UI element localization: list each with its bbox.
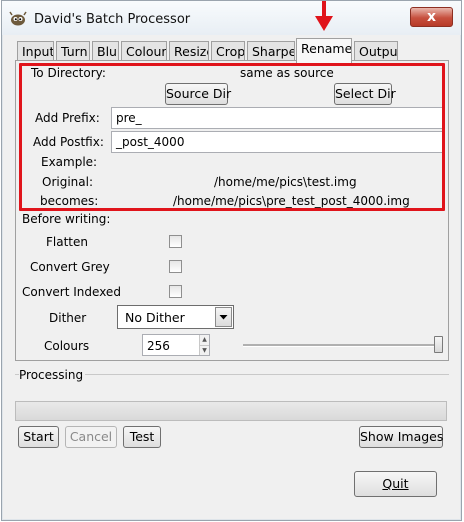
convert-grey-checkbox[interactable] bbox=[169, 260, 182, 273]
colours-label: Colours bbox=[44, 339, 90, 353]
spin-down-icon[interactable]: ▼ bbox=[199, 345, 209, 355]
dither-selected-value: No Dither bbox=[125, 310, 185, 325]
close-button[interactable]: x bbox=[410, 7, 453, 27]
colours-slider-track[interactable] bbox=[243, 344, 439, 347]
before-writing-label: Before writing: bbox=[22, 212, 111, 226]
flatten-label: Flatten bbox=[46, 235, 88, 249]
colours-value: 256 bbox=[147, 339, 170, 353]
tab-label: Sharpen bbox=[252, 44, 294, 59]
tab-label: Resize bbox=[174, 44, 208, 59]
processing-label: Processing bbox=[19, 368, 86, 382]
quit-label: Quit bbox=[382, 476, 409, 491]
tab-sharpen[interactable]: Sharpen bbox=[247, 41, 295, 62]
show-images-button[interactable]: Show Images bbox=[359, 426, 443, 448]
colours-slider-thumb[interactable] bbox=[434, 336, 443, 353]
tab-label: Turn bbox=[61, 44, 88, 59]
quit-button[interactable]: Quit bbox=[354, 471, 437, 497]
tab-resize[interactable]: Resize bbox=[169, 41, 209, 62]
tab-label: Output bbox=[359, 44, 398, 59]
annotation-highlight-box bbox=[19, 63, 445, 211]
dither-select[interactable]: No Dither bbox=[117, 305, 234, 329]
close-icon: x bbox=[426, 9, 437, 25]
cancel-button[interactable]: Cancel bbox=[65, 426, 117, 448]
title-bar[interactable]: David's Batch Processor x bbox=[2, 1, 461, 35]
gimp-icon bbox=[9, 11, 27, 26]
flatten-checkbox[interactable] bbox=[169, 235, 182, 248]
tab-blur[interactable]: Blur bbox=[92, 41, 119, 62]
tab-label: Blur bbox=[97, 44, 118, 59]
start-button[interactable]: Start bbox=[18, 426, 59, 448]
tab-colour[interactable]: Colour bbox=[121, 41, 167, 62]
convert-indexed-checkbox[interactable] bbox=[169, 285, 182, 298]
red-arrow-down-icon bbox=[315, 1, 333, 31]
tab-crop[interactable]: Crop bbox=[211, 41, 245, 62]
test-button[interactable]: Test bbox=[123, 426, 161, 448]
tab-label: Crop bbox=[216, 44, 245, 59]
tab-input[interactable]: Input bbox=[17, 41, 54, 62]
convert-indexed-label: Convert Indexed bbox=[22, 285, 121, 299]
tab-label: Rename bbox=[301, 41, 352, 56]
tab-rename[interactable]: Rename bbox=[296, 38, 352, 63]
tab-label: Colour bbox=[126, 44, 167, 59]
tab-turn[interactable]: Turn bbox=[56, 41, 90, 62]
convert-grey-label: Convert Grey bbox=[30, 260, 110, 274]
chevron-down-icon[interactable] bbox=[215, 307, 232, 327]
colours-spinbox[interactable]: 256 ▲ ▼ bbox=[142, 334, 210, 356]
processing-progress-bar bbox=[15, 401, 447, 421]
tab-output[interactable]: Output bbox=[354, 41, 398, 62]
tab-label: Input bbox=[22, 44, 54, 59]
dither-label: Dither bbox=[49, 311, 87, 325]
spin-up-icon[interactable]: ▲ bbox=[199, 335, 209, 345]
window-title: David's Batch Processor bbox=[34, 12, 191, 27]
